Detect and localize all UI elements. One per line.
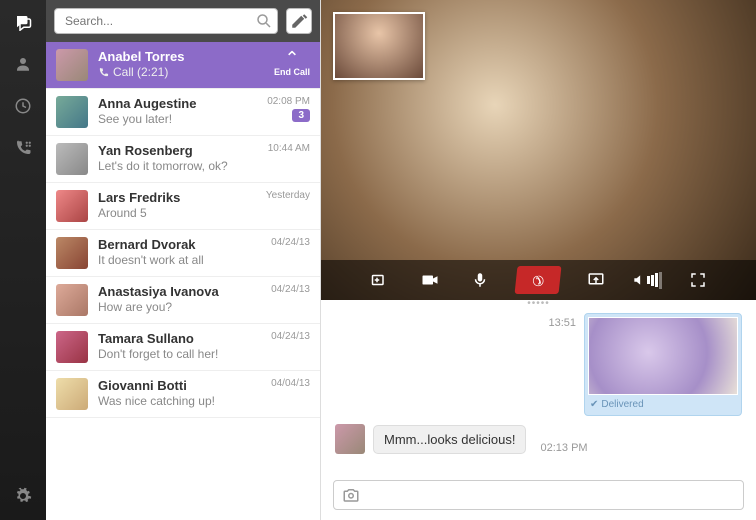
camera-toggle-button[interactable] <box>416 266 444 294</box>
avatar <box>56 331 88 363</box>
hangup-button[interactable]: ✆ <box>514 266 561 294</box>
nav-settings-icon[interactable] <box>11 484 35 508</box>
nav-rail <box>0 0 46 520</box>
search-input[interactable] <box>55 14 251 28</box>
message-bubble: Mmm...looks delicious! <box>373 425 526 454</box>
conversation-time: 02:08 PM <box>267 96 310 107</box>
attach-photo-icon[interactable] <box>340 486 362 504</box>
phone-down-icon: ⌃ <box>284 49 299 67</box>
conversation-item[interactable]: Anna Augestine See you later! 02:08 PM 3 <box>46 89 320 136</box>
conversation-list: Anabel Torres Call (2:21) ⌃ End Call Ann… <box>46 42 320 520</box>
avatar <box>56 143 88 175</box>
nav-dialpad-icon[interactable] <box>11 136 35 160</box>
main-area: ✆ ••••• 13:51 ✔ Delivered <box>321 0 756 520</box>
message-input[interactable] <box>362 488 737 502</box>
video-controls: ✆ <box>321 260 756 300</box>
conversation-item[interactable]: Yan Rosenberg Let's do it tomorrow, ok? … <box>46 136 320 183</box>
volume-control[interactable] <box>632 272 662 289</box>
conversation-preview: Let's do it tomorrow, ok? <box>98 159 258 173</box>
conversation-name: Tamara Sullano <box>98 331 261 346</box>
conversation-name: Bernard Dvorak <box>98 237 261 252</box>
avatar <box>56 190 88 222</box>
composer <box>321 472 756 520</box>
sidebar: Anabel Torres Call (2:21) ⌃ End Call Ann… <box>46 0 321 520</box>
mic-toggle-button[interactable] <box>466 266 494 294</box>
message-row-outgoing: 13:51 ✔ Delivered <box>335 313 742 416</box>
conversation-preview: Don't forget to call her! <box>98 347 261 361</box>
nav-recents-icon[interactable] <box>11 94 35 118</box>
check-icon: ✔ <box>590 399 598 410</box>
conversation-preview: Call (2:21) <box>98 65 264 79</box>
resize-handle[interactable]: ••••• <box>527 300 550 309</box>
conversation-time: 10:44 AM <box>268 143 310 154</box>
conversation-time: 04/04/13 <box>271 378 310 389</box>
avatar <box>335 424 365 454</box>
unread-badge: 3 <box>292 109 310 122</box>
end-call-button[interactable]: ⌃ End Call <box>274 49 310 77</box>
message-time: 02:13 PM <box>540 442 587 454</box>
message-row-incoming: Mmm...looks delicious! 02:13 PM <box>335 424 742 454</box>
search-box[interactable] <box>54 8 278 34</box>
conversation-preview: Was nice catching up! <box>98 394 261 408</box>
self-video-pip[interactable] <box>333 12 425 80</box>
conversation-preview: How are you? <box>98 300 261 314</box>
conversation-item[interactable]: Bernard Dvorak It doesn't work at all 04… <box>46 230 320 277</box>
message-time: 13:51 <box>548 317 576 329</box>
message-image <box>588 317 738 395</box>
avatar <box>56 378 88 410</box>
conversation-preview: It doesn't work at all <box>98 253 261 267</box>
avatar <box>56 237 88 269</box>
conversation-time: 04/24/13 <box>271 284 310 295</box>
avatar <box>56 96 88 128</box>
nav-chats-icon[interactable] <box>11 10 35 34</box>
conversation-preview: See you later! <box>98 112 257 126</box>
conversation-name: Yan Rosenberg <box>98 143 258 158</box>
chat-area: ••••• 13:51 ✔ Delivered Mmm...looks deli… <box>321 300 756 520</box>
conversation-time: Yesterday <box>266 190 310 201</box>
message-list: 13:51 ✔ Delivered Mmm...looks delicious!… <box>321 309 756 472</box>
conversation-item[interactable]: Lars Fredriks Around 5 Yesterday <box>46 183 320 230</box>
fullscreen-button[interactable] <box>684 266 712 294</box>
conversation-item[interactable]: Tamara Sullano Don't forget to call her!… <box>46 324 320 371</box>
search-row <box>46 0 320 42</box>
conversation-preview: Around 5 <box>98 206 256 220</box>
image-message[interactable]: ✔ Delivered <box>584 313 742 416</box>
conversation-name: Lars Fredriks <box>98 190 256 205</box>
avatar <box>56 284 88 316</box>
avatar <box>56 49 88 81</box>
conversation-item[interactable]: Anabel Torres Call (2:21) ⌃ End Call <box>46 42 320 89</box>
add-video-button[interactable] <box>366 266 394 294</box>
conversation-name: Anna Augestine <box>98 96 257 111</box>
conversation-time: 04/24/13 <box>271 237 310 248</box>
compose-button[interactable] <box>286 8 312 34</box>
conversation-item[interactable]: Anastasiya Ivanova How are you? 04/24/13 <box>46 277 320 324</box>
conversation-name: Giovanni Botti <box>98 378 261 393</box>
search-icon <box>251 12 277 30</box>
video-call-area: ✆ <box>321 0 756 300</box>
conversation-name: Anabel Torres <box>98 49 264 64</box>
delivery-status: ✔ Delivered <box>588 395 738 412</box>
conversation-time: 04/24/13 <box>271 331 310 342</box>
conversation-name: Anastasiya Ivanova <box>98 284 261 299</box>
conversation-item[interactable]: Giovanni Botti Was nice catching up! 04/… <box>46 371 320 418</box>
composer-input-wrap[interactable] <box>333 480 744 510</box>
nav-contacts-icon[interactable] <box>11 52 35 76</box>
screen-share-button[interactable] <box>582 266 610 294</box>
